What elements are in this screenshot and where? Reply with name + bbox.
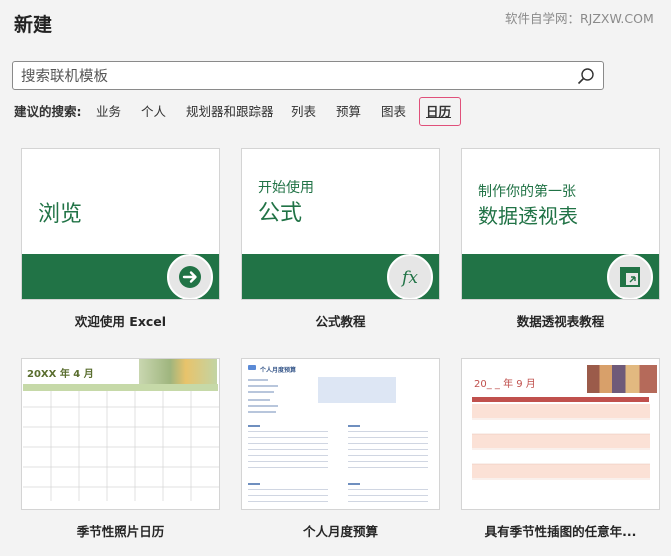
- suggest-budget[interactable]: 预算: [336, 101, 361, 120]
- page-title: 新建: [14, 14, 53, 36]
- card-icon-circle: fx: [387, 254, 433, 299]
- card-label-welcome: 欢迎使用 Excel: [74, 314, 167, 329]
- suggest-personal[interactable]: 个人: [141, 101, 166, 120]
- search-box[interactable]: [12, 61, 604, 90]
- card-caption-big: 浏览: [38, 202, 83, 227]
- thumb-label-any-year-calendar: 具有季节性插图的任意年...: [484, 524, 637, 539]
- suggest-lists[interactable]: 列表: [291, 101, 316, 120]
- template-thumb-seasonal-calendar[interactable]: 20XX 年 4 月: [21, 358, 220, 510]
- card-label-pivottable: 数据透视表教程: [516, 314, 605, 329]
- arrow-right-icon: [179, 266, 201, 288]
- card-caption-small: 制作你的第一张: [478, 184, 576, 200]
- thumb-label-seasonal-calendar: 季节性照片日历: [76, 524, 165, 539]
- template-thumb-any-year-calendar[interactable]: 20_ _ 年 9 月: [461, 358, 660, 510]
- watermark-text: 软件自学网：RJZXW.COM: [505, 11, 654, 26]
- active-suggestion-highlight: [419, 97, 461, 126]
- calendar-grid: [23, 391, 219, 501]
- suggested-searches-label: 建议的搜索:: [14, 104, 82, 119]
- card-caption-big: 公式: [258, 201, 303, 226]
- search-input[interactable]: [19, 64, 578, 89]
- template-thumb-monthly-budget[interactable]: 个人月度预算: [241, 358, 440, 510]
- svg-text:fx: fx: [400, 268, 418, 288]
- search-icon[interactable]: [577, 67, 595, 85]
- flower-photo: [139, 359, 217, 384]
- suggest-charts[interactable]: 图表: [381, 101, 406, 120]
- card-icon-circle: [167, 254, 213, 299]
- thumb-heading: 20XX 年 4 月: [27, 369, 94, 380]
- template-card-welcome[interactable]: 浏览: [21, 148, 220, 300]
- thumb-label-monthly-budget: 个人月度预算: [302, 524, 378, 539]
- houses-illustration: [587, 365, 657, 393]
- card-label-formulas: 公式教程: [315, 314, 366, 329]
- fx-icon: fx: [400, 268, 418, 288]
- budget-tables: [248, 379, 428, 502]
- suggested-searches: 建议的搜索: 业务 个人 规划器和跟踪器 列表 预算 图表 日历: [14, 101, 451, 120]
- thumb-heading: 个人月度预算: [260, 367, 297, 374]
- suggest-planners-trackers[interactable]: 规划器和跟踪器: [186, 101, 274, 120]
- calendar-grid: [472, 404, 650, 480]
- template-card-pivottable[interactable]: 制作你的第一张 数据透视表: [461, 148, 660, 300]
- pivot-table-icon: [620, 267, 640, 287]
- template-card-formulas[interactable]: 开始使用 公式 fx: [241, 148, 440, 300]
- suggest-business[interactable]: 业务: [96, 101, 121, 120]
- card-icon-circle: [607, 254, 653, 299]
- card-caption-small: 开始使用: [258, 180, 314, 196]
- card-caption-big: 数据透视表: [478, 204, 578, 228]
- thumb-heading: 20_ _ 年 9 月: [474, 379, 536, 390]
